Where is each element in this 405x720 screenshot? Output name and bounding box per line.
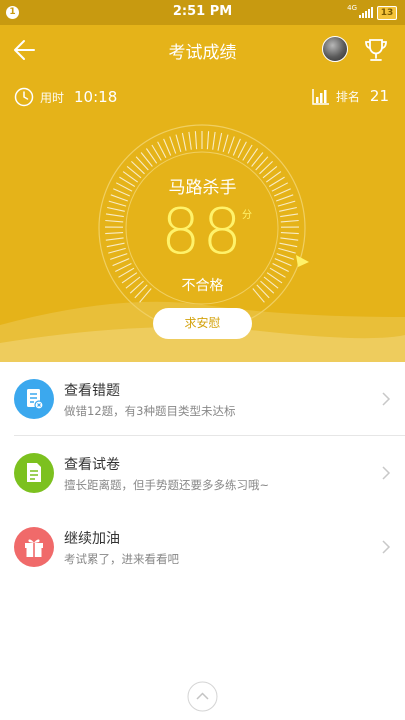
score-unit: 分 <box>242 210 252 221</box>
gauge-tick <box>181 132 187 151</box>
clock-icon <box>14 87 34 107</box>
score-header: 考试成绩 用时 10:18 排名 21 马路杀手 88 分 不合格 求安慰 <box>0 25 405 362</box>
chevron-up-icon <box>187 681 218 712</box>
gauge-tick <box>212 131 216 150</box>
trophy-icon <box>365 39 387 61</box>
chevron-right-icon <box>382 540 391 554</box>
gauge-tick <box>237 141 247 159</box>
status-indicators: 4G 13 <box>347 5 397 20</box>
gauge-tick <box>194 131 198 150</box>
action-list: 查看错题 做错12题，有3种题目类型未达标 查看试卷 擅长距离题，但手势题还要多… <box>0 362 405 584</box>
gauge-tick <box>175 134 182 153</box>
chevron-right-icon <box>382 466 391 480</box>
gauge-tick <box>157 141 167 159</box>
chevron-right-icon <box>382 392 391 406</box>
list-item-exam-paper[interactable]: 查看试卷 擅长距离题，但手势题还要多多练习哦~ <box>0 436 405 510</box>
list-item-keep-going[interactable]: 继续加油 考试累了，进来看看吧 <box>0 510 405 584</box>
gauge-tick <box>217 132 223 151</box>
item-subtitle: 考试累了，进来看看吧 <box>64 552 179 566</box>
score-value: 88 <box>161 195 244 268</box>
network-type: 4G <box>347 4 357 12</box>
gauge-tick <box>188 131 192 150</box>
avatar[interactable] <box>322 36 348 62</box>
status-time: 2:51 PM <box>172 4 233 19</box>
gauge-tick <box>169 136 177 154</box>
item-subtitle: 擅长距离题，但手势题还要多多练习哦~ <box>64 478 270 492</box>
item-title: 查看试卷 <box>64 457 120 473</box>
time-value: 10:18 <box>74 88 118 106</box>
rank-value: 21 <box>369 87 389 105</box>
item-title: 查看错题 <box>64 383 120 399</box>
rank: 排名 21 <box>312 87 389 105</box>
battery-icon: 13 <box>377 5 397 20</box>
comfort-button[interactable]: 求安慰 <box>153 308 252 339</box>
exam-paper-icon <box>14 453 54 493</box>
result-verdict: 不合格 <box>181 278 224 294</box>
gauge-tick <box>206 131 210 150</box>
item-title: 继续加油 <box>64 531 120 547</box>
scroll-up-button[interactable] <box>187 681 218 712</box>
wrong-questions-icon <box>14 379 54 419</box>
rank-label: 排名 <box>335 89 360 104</box>
gauge-tick <box>222 134 229 153</box>
status-bar: 1 2:51 PM 4G 13 <box>0 0 405 25</box>
gauge-tick <box>232 138 241 156</box>
item-subtitle: 做错12题，有3种题目类型未达标 <box>64 404 236 418</box>
bar-chart-icon <box>312 89 329 105</box>
gauge-tick <box>163 138 172 156</box>
trophy-button[interactable] <box>362 36 390 64</box>
gauge-tick <box>227 136 235 154</box>
list-item-wrong-questions[interactable]: 查看错题 做错12题，有3种题目类型未达标 <box>0 362 405 436</box>
signal-icon <box>359 7 373 18</box>
time-label: 用时 <box>40 90 65 105</box>
time-used: 用时 10:18 <box>14 87 117 107</box>
gift-icon <box>14 527 54 567</box>
